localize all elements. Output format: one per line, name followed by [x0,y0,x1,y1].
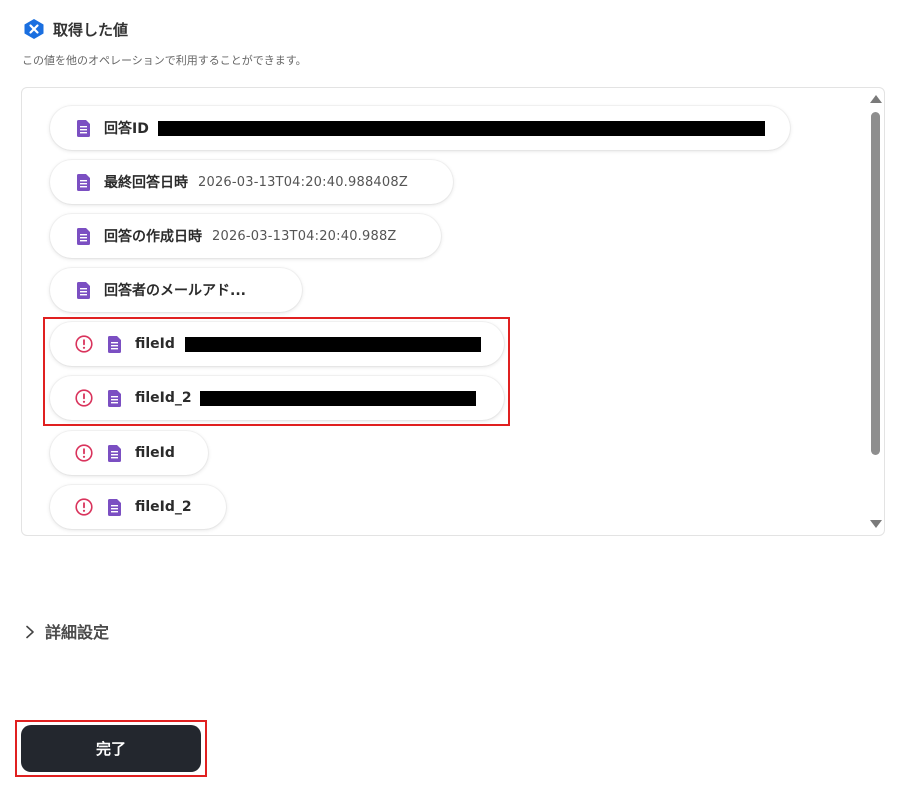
scroll-down-arrow-icon[interactable] [870,520,882,528]
warning-icon [75,335,93,353]
google-forms-doc-icon [77,173,90,191]
output-item-value: 2026-03-13T04:20:40.988408Z [198,174,408,190]
chevron-right-icon [24,624,36,639]
page-title: 取得した値 [53,20,129,39]
page-subtitle: この値を他のオペレーションで利用することができます。 [22,54,307,67]
output-item-last-response-time[interactable]: 最終回答日時 2026-03-13T04:20:40.988408Z [50,160,453,204]
output-item-label: 回答の作成日時 [104,229,202,245]
output-item-response-id[interactable]: 回答ID [50,106,790,150]
output-item-created-time[interactable]: 回答の作成日時 2026-03-13T04:20:40.988Z [50,214,441,258]
output-item-respondent-email[interactable]: 回答者のメールアド... [50,268,302,312]
redacted-value [184,336,481,352]
output-item-label: fileId [135,445,175,461]
output-values-list[interactable]: 回答ID 最終回答日時 2026-03-13T04:20:40.988408Z … [21,87,885,536]
scroll-up-arrow-icon[interactable] [870,95,882,103]
warning-icon [75,498,93,516]
scrollbar-thumb[interactable] [871,112,880,455]
output-item-label: fileId_2 [135,499,192,515]
output-item-label: 最終回答日時 [104,175,188,191]
output-item-value: 2026-03-13T04:20:40.988Z [212,228,397,244]
google-forms-doc-icon [108,335,121,353]
redacted-value [199,390,476,406]
header: 取得した値 [23,17,128,41]
output-item-label: fileId_2 [135,390,192,406]
warning-icon [75,444,93,462]
google-forms-doc-icon [77,119,90,137]
scrollbar[interactable] [868,88,884,535]
output-item-label: 回答者のメールアド... [104,283,246,299]
output-item-label: 回答ID [104,121,149,137]
yoom-x-icon [23,18,45,40]
warning-icon [75,389,93,407]
output-item-file-id-2-empty[interactable]: fileId_2 [50,485,226,529]
advanced-settings-toggle[interactable]: 詳細設定 [24,619,109,643]
redacted-value [157,120,765,136]
done-button[interactable]: 完了 [21,725,201,772]
google-forms-doc-icon [77,227,90,245]
advanced-settings-label: 詳細設定 [45,623,110,642]
output-item-file-id[interactable]: fileId [50,322,504,366]
google-forms-doc-icon [108,389,121,407]
output-item-file-id-2[interactable]: fileId_2 [50,376,504,420]
google-forms-doc-icon [108,498,121,516]
google-forms-doc-icon [77,281,90,299]
output-item-file-id-empty[interactable]: fileId [50,431,208,475]
output-item-label: fileId [135,336,175,352]
google-forms-doc-icon [108,444,121,462]
output-values-screen: 取得した値 この値を他のオペレーションで利用することができます。 回答ID 最終… [0,0,910,798]
